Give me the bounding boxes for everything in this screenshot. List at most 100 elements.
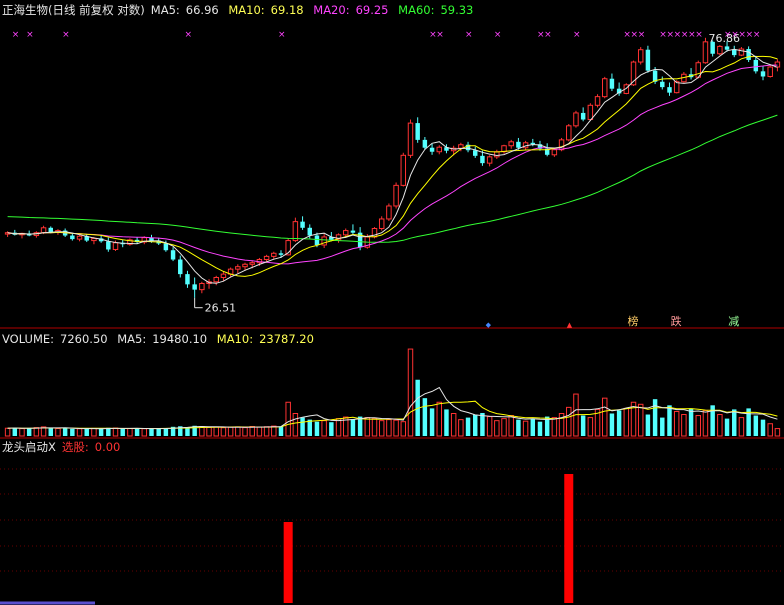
volume-bar-down xyxy=(163,428,169,436)
volume-bar-up xyxy=(393,419,399,437)
small-marker: ▲ xyxy=(567,321,573,329)
volume-bar-up xyxy=(220,427,227,437)
candle-body-down xyxy=(307,227,312,236)
volume-bar-down xyxy=(26,428,32,436)
candle-body-up xyxy=(673,81,680,94)
event-tags: 榜 跌 减 xyxy=(628,314,740,328)
volume-bar-down xyxy=(616,410,622,436)
candle-body-up xyxy=(637,49,644,63)
ma5-label: MA5: xyxy=(150,3,180,17)
vol-ma5-value: 19480.10 xyxy=(152,332,208,346)
candle-body-up xyxy=(242,263,248,268)
volume-bar-up xyxy=(242,427,248,437)
event-marker-x: × xyxy=(278,30,286,40)
volume-legend: VOLUME: 7260.50 MA5: 19480.10 MA10: 23787.2… xyxy=(2,332,320,346)
volume-bar-up xyxy=(33,427,40,437)
volume-bar-up xyxy=(206,426,212,437)
signal-bar xyxy=(564,474,574,603)
candle-body-up xyxy=(378,218,385,229)
candle-body-down xyxy=(300,221,305,228)
candle-body-down xyxy=(724,46,730,50)
candle-body-down xyxy=(422,139,428,148)
volume-bar-down xyxy=(609,413,615,436)
candle-body-down xyxy=(415,123,420,140)
volume-bar-up xyxy=(458,419,464,437)
candle-body-down xyxy=(480,155,485,164)
candle-body-up xyxy=(594,96,601,106)
volume-bar-down xyxy=(688,408,694,436)
volume-bar-up xyxy=(587,417,594,437)
ma20-line xyxy=(7,64,778,265)
volume-bar-down xyxy=(444,409,449,436)
ma60-value: 59.33 xyxy=(440,3,474,17)
candle-body-up xyxy=(199,282,205,291)
candle-body-up xyxy=(602,78,608,98)
candle-body-up xyxy=(587,104,594,121)
event-tag-jian: 减 xyxy=(728,315,739,328)
volume-bar-down xyxy=(185,427,190,436)
volume-bar-down xyxy=(106,427,111,436)
volume-bar-up xyxy=(501,418,507,437)
volume-bar-up xyxy=(450,413,457,437)
stock-title: 正海生物(日线 前复权 对数) xyxy=(2,3,145,17)
candle-body-up xyxy=(702,41,709,64)
candle-body-down xyxy=(192,284,197,290)
ma60-label: MA60: xyxy=(398,3,435,17)
candle-body-down xyxy=(163,243,169,251)
volume-bar-down xyxy=(732,409,737,436)
volume-pane xyxy=(4,348,781,437)
volume-bar-up xyxy=(767,423,773,437)
volume-bar-down xyxy=(314,421,320,436)
candle-body-down xyxy=(473,150,478,156)
high-price-annotation: 76.86 xyxy=(708,32,740,45)
candle-body-down xyxy=(185,274,190,285)
volume-bar-up xyxy=(486,416,493,437)
candle-body-up xyxy=(494,151,500,158)
volume-value: 7260.50 xyxy=(60,332,108,346)
candle-body-up xyxy=(551,149,558,156)
candle-body-up xyxy=(717,45,723,55)
chart-stage: × × × × × × × × × × × × × × × × × × × × × × × × × ×◆ ▲ 26.51 76.86… xyxy=(0,30,784,605)
vol-ma10-label: MA10: xyxy=(216,332,254,346)
volume-bar-up xyxy=(494,420,500,437)
volume-bar-up xyxy=(695,415,701,437)
small-marker: ◆ xyxy=(486,321,492,329)
volume-bar-down xyxy=(580,415,586,436)
volume-bar-down xyxy=(516,419,521,436)
volume-bar-up xyxy=(91,427,97,437)
volume-bar-up xyxy=(602,397,608,437)
candle-body-up xyxy=(76,235,83,240)
candle-body-up xyxy=(393,184,399,207)
ma10-value: 69.18 xyxy=(270,3,304,17)
candle-body-down xyxy=(609,78,615,89)
candle-body-up xyxy=(220,273,227,278)
volume-bar-up xyxy=(141,428,148,437)
volume-bar-down xyxy=(12,427,18,436)
candle-body-up xyxy=(407,122,414,156)
event-marker-x: × xyxy=(753,30,761,40)
event-marker-x: × xyxy=(695,30,703,40)
candle-body-up xyxy=(249,262,255,265)
volume-bar-up xyxy=(112,427,119,437)
event-marker-x: × xyxy=(465,30,473,40)
candle-body-up xyxy=(573,112,579,127)
volume-bar-up xyxy=(774,428,781,437)
volume-bar-up xyxy=(681,414,687,437)
volume-bar-up xyxy=(637,403,644,437)
vol-ma5-label: MA5: xyxy=(117,332,147,346)
volume-bar-down xyxy=(98,428,104,436)
candle-body-down xyxy=(70,235,75,240)
candle-body-up xyxy=(292,221,299,242)
volume-bar-up xyxy=(702,409,709,437)
candle-body-down xyxy=(429,147,435,152)
candle-body-up xyxy=(508,141,514,147)
candle-body-up xyxy=(112,242,119,250)
volume-bar-down xyxy=(120,428,125,436)
price-pane xyxy=(4,37,781,309)
volume-bar-up xyxy=(249,425,255,437)
candle-body-up xyxy=(213,276,219,283)
volume-bar-up xyxy=(285,401,291,437)
price-legend: 正海生物(日线 前复权 对数) MA5: 66.96 MA10: 69.18 MA20… xyxy=(2,3,479,17)
candle-body-down xyxy=(580,112,586,120)
volume-bar-down xyxy=(473,414,478,436)
